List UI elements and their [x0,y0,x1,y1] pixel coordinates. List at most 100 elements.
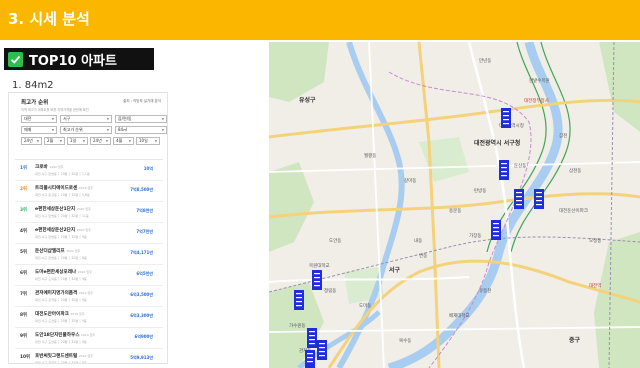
apartment-name: 관저예미지명가의품격 2019 입주 [35,291,93,296]
map-label-yuseong: 유성구 [299,96,316,104]
apartment-name: 트리플시티에이드로센 2016 입주 [35,186,93,191]
apartment-info: 대전 서구 탄방동 │ 20평 │ 32평 │ 11층 [35,214,89,218]
start-year-select[interactable]: 24년 ▼ [21,137,42,145]
district-select[interactable]: 서구 ▼ [60,115,112,123]
apartment-name: 대전도안아이파크 2018 입주 [35,312,85,317]
ranking-row[interactable]: 4위 e편한세상둔산2단지 2020 입주 대전 서구 탄방동 │ 20평 │ 32… [15,223,163,244]
sort-select[interactable]: 최고가 순위 ▼ [60,126,112,134]
end-month-select[interactable]: 4월 ▼ [113,137,134,145]
apartment-building-icon[interactable] [312,270,322,290]
apartment-price: 6억3,500만 [130,292,153,297]
panel-source: 출처 : 직방부 실거래 분석 [123,99,161,103]
apartment-price: 10억 [143,166,153,171]
apartment-info: 대전 서구 도안동 │ 20평 │ 32평 │ 9층 [35,340,87,344]
map-label-naedong: 내동 [414,237,422,244]
start-month-select[interactable]: 2월 ▼ [44,137,65,145]
dong-select[interactable]: 읍/면/동 ▼ [115,115,167,123]
map-label-jeongnim: 정림동 [324,287,336,294]
start-day-select[interactable]: 1일 ▼ [67,137,88,145]
map-label-govcomplex: 대전정부청사 [524,97,550,104]
map-view[interactable]: 대전광역시 서구청 대전광역시청 대전둔산이파크 둔산동 탄방동 용문동 갈마동… [269,42,640,368]
ranking-row[interactable]: 10위 호반써밋그랜드센트럴 2022 입주 대전 서구 용문동 │ 20평 │ 3… [15,349,163,364]
slide: 3. 시세 분석 TOP10 아파트 1. 84m2 최고가 순위 출처 : 직… [0,0,640,368]
area-select[interactable]: 84㎡ ▼ [115,126,167,134]
rank-number: 6위 [20,271,27,276]
check-icon [8,51,23,67]
filter-row-date: 24년 ▼ 2월 ▼ 1일 ▼ 24년 ▼ 4월 ▼ 10일 ▼ [21,137,160,145]
map-label-dunsan: 둔산동 [514,162,526,169]
panel-description: 지역 최고가 아파트를 보를 지역가격을 한번에 확인 [21,108,89,112]
header-bar: 3. 시세 분석 [0,0,640,40]
apartment-info: 대전 서구 관저동 │ 20평 │ 32평 │ 9층 [35,298,87,302]
filter-row-region: 대전 ▼ 서구 ▼ 읍/면/동 ▼ [21,115,167,123]
map-label-ipark: 대전둔산이파크 [559,207,588,214]
apartment-building-icon[interactable] [534,189,544,209]
subheading: 1. 84m2 [12,80,54,91]
map-label-paichai: 배재대학교 [449,312,470,319]
map-label-daejeon-station: 대전역 [589,282,601,289]
map-label-tanbang: 탄방동 [474,187,486,194]
ranking-row[interactable]: 7위 관저예미지명가의품격 2019 입주대전 서구 관저동 │ 20평 │ 32… [15,286,163,307]
map-label-mokwon: 목원대학교 [309,262,330,269]
map-label-mannyeon: 만년동 [479,57,491,64]
end-day-select[interactable]: 10일 ▼ [136,137,160,145]
apartment-building-icon[interactable] [499,160,509,180]
map-label-ojeong: 오정동 [589,237,601,244]
rank-number: 2위 [20,187,27,192]
ranking-row[interactable]: 3위 e편한세상둔산1단지 2020 입주대전 서구 탄방동 │ 20평 │ 32… [15,202,163,223]
apartment-building-icon[interactable] [317,340,327,360]
apartment-building-icon[interactable] [294,290,304,310]
badge-label: TOP10 아파트 [29,53,117,69]
apartment-name: e편한세상둔산1단지 2020 입주 [35,207,91,212]
map-label-byeondong: 변동 [419,252,427,259]
ranking-row[interactable]: 8위 대전도안아이파크 2018 입주 대전 서구 도안동 │ 20평 │ 32평 … [15,307,163,328]
map-label-yudeungcheon: 유등천 [479,287,491,294]
map-canvas: 대전광역시 서구청 대전광역시청 대전둔산이파크 둔산동 탄방동 용문동 갈마동… [269,42,640,368]
rank-number: 9위 [20,334,27,339]
apartment-building-icon[interactable] [491,220,501,240]
ranking-row[interactable]: 1위 크로바 1992 입주대전 서구 탄방동 │ 20평 │ 32평 │ 1,1… [15,160,163,181]
map-label-wolpyeong: 월평동 [364,152,376,159]
rank-number: 8위 [20,313,27,318]
ranking-panel: 최고가 순위 출처 : 직방부 실거래 분석 지역 최고가 아파트를 보를 지역… [8,92,168,364]
map-label-arboretum: 한밭수목원 [529,77,550,84]
map-label-seogu: 대전광역시 서구청 [474,139,520,147]
rank-number: 3위 [20,208,27,213]
apartment-info: 대전 서구 탄방동 │ 20평 │ 32평 │ 8층 [35,256,87,260]
ranking-row[interactable]: 5위 둔산더샵엘리프 2022 입주 대전 서구 탄방동 │ 20평 │ 32평 │… [15,244,163,265]
region-select[interactable]: 대전 ▼ [21,115,57,123]
apartment-price: 7억8,500만 [130,187,153,192]
apartment-name: 크로바 1992 입주 [35,165,64,170]
map-label-seogu-area: 서구 [389,266,401,274]
apartment-price: 5억9,913만 [130,355,153,360]
ranking-row[interactable]: 2위 트리플시티에이드로센 2016 입주대전 서구 둔산동 │ 20평 │ 32… [15,181,163,202]
apartment-name: 도안18단지린풀하우스 2014 입주 [35,333,96,338]
apartment-building-icon[interactable] [501,108,511,128]
apartment-building-icon[interactable] [307,328,317,348]
map-label-yongmun: 용문동 [449,208,461,214]
map-label-galma: 갈마동 [404,177,416,184]
rank-number: 1위 [20,166,27,171]
rank-number: 10위 [20,355,30,360]
apartment-price: 6억900만 [134,334,154,339]
rank-number: 5위 [20,250,27,255]
apartment-info: 대전 서구 용문동 │ 20평 │ 32평 │ 9층 [35,361,87,364]
deal-type-select[interactable]: 매매 ▼ [21,126,57,134]
end-year-select[interactable]: 24년 ▼ [90,137,111,145]
ranking-row[interactable]: 6위 도마e편한세상포레나 2022 입주 대전 서구 도마동 │ 20평 │ 32… [15,265,163,286]
map-label-gasuwon: 가수원동 [289,322,306,329]
panel-title: 최고가 순위 [21,100,49,106]
ranking-row[interactable]: 9위 도안18단지린풀하우스 2014 입주대전 서구 도안동 │ 20평 │ 3… [15,328,163,349]
apartment-price: 7억7천만 [136,229,153,234]
rank-number: 4위 [20,229,27,234]
apartment-price: 7억4,171만 [130,250,153,255]
apartment-name: 도마e편한세상포레나 2022 입주 [35,270,92,275]
map-label-gajang: 가장동 [469,232,481,239]
apartment-info: 대전 서구 탄방동 │ 20평 │ 32평 │ 9층 [35,235,87,239]
ranking-list: 1위 크로바 1992 입주대전 서구 탄방동 │ 20평 │ 32평 │ 1,1… [15,159,163,364]
rank-number: 7위 [20,292,27,297]
apartment-info: 대전 서구 둔산동 │ 20평 │ 32평 │ 5,6층 [35,193,90,197]
apartment-info: 대전 서구 탄방동 │ 20평 │ 32평 │ 1,1층 [35,172,90,176]
apartment-building-icon[interactable] [305,350,315,368]
apartment-building-icon[interactable] [514,189,524,209]
